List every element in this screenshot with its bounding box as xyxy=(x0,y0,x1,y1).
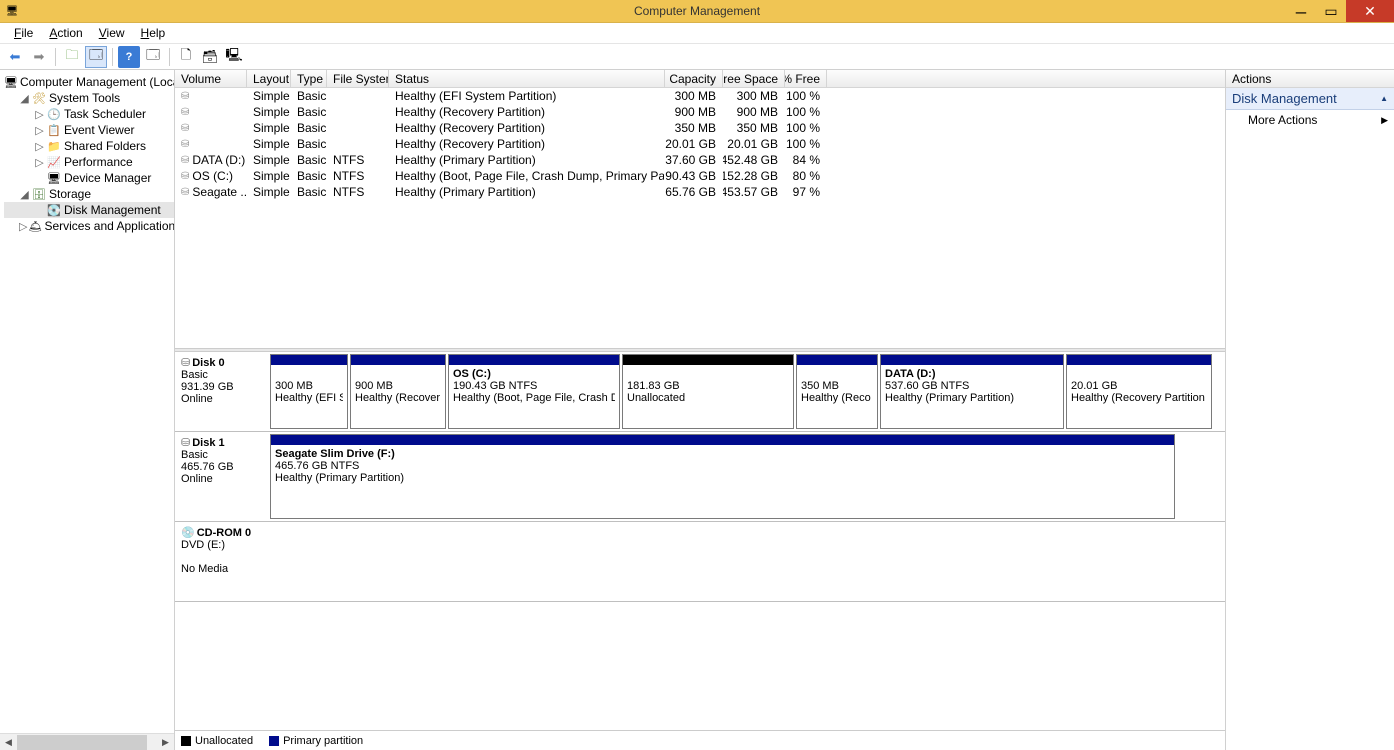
partition[interactable]: 350 MBHealthy (Reco xyxy=(796,354,878,429)
volume-row[interactable]: ⛁SimpleBasicHealthy (Recovery Partition)… xyxy=(175,136,1225,152)
toolbar-btn-6[interactable]: 🖳 xyxy=(223,46,245,68)
volume-list-header: Volume Layout Type File System Status Ca… xyxy=(175,70,1225,88)
volume-row[interactable]: ⛁SimpleBasicHealthy (EFI System Partitio… xyxy=(175,88,1225,104)
actions-header: Actions xyxy=(1226,70,1394,88)
actions-pane: Actions Disk Management▲ More Actions▶ xyxy=(1226,70,1394,750)
disk-row-0[interactable]: ⛁Disk 0 Basic 931.39 GB Online 300 MBHea… xyxy=(175,352,1225,432)
volume-row[interactable]: ⛁SimpleBasicHealthy (Recovery Partition)… xyxy=(175,120,1225,136)
window-controls: _ ▭ ✕ xyxy=(1286,0,1394,22)
volume-row[interactable]: ⛁OS (C:)SimpleBasicNTFSHealthy (Boot, Pa… xyxy=(175,168,1225,184)
disk-row-cdrom[interactable]: 💿CD-ROM 0 DVD (E:) No Media xyxy=(175,522,1225,602)
col-pct[interactable]: % Free xyxy=(785,70,827,87)
back-button[interactable]: ⬅ xyxy=(4,46,26,68)
main-area: 🖥Computer Management (Local ◢🛠System Too… xyxy=(0,70,1394,750)
tree-shared-folders[interactable]: ▷📁Shared Folders xyxy=(4,138,174,154)
tree-task-scheduler[interactable]: ▷🕒Task Scheduler xyxy=(4,106,174,122)
menu-view[interactable]: View xyxy=(91,24,133,42)
titlebar: 🖥 Computer Management _ ▭ ✕ xyxy=(0,0,1394,22)
col-layout[interactable]: Layout xyxy=(247,70,291,87)
partition[interactable]: OS (C:)190.43 GB NTFSHealthy (Boot, Page… xyxy=(448,354,620,429)
col-capacity[interactable]: Capacity xyxy=(665,70,723,87)
close-button[interactable]: ✕ xyxy=(1346,0,1394,22)
disk-icon: ⛁ xyxy=(181,356,190,369)
forward-button[interactable]: ➡ xyxy=(28,46,50,68)
volume-row[interactable]: ⛁DATA (D:)SimpleBasicNTFSHealthy (Primar… xyxy=(175,152,1225,168)
disk-1-info: ⛁Disk 1 Basic 465.76 GB Online xyxy=(175,432,268,521)
tree-services-apps[interactable]: ▷🛎Services and Applications xyxy=(4,218,174,234)
menu-help[interactable]: Help xyxy=(133,24,174,42)
actions-section[interactable]: Disk Management▲ xyxy=(1226,88,1394,110)
col-free[interactable]: Free Space xyxy=(723,70,785,87)
tree-device-manager[interactable]: 🖥Device Manager xyxy=(4,170,174,186)
toolbar-btn-4[interactable]: 🗋 xyxy=(175,46,197,68)
toolbar-btn-3[interactable]: 🗔 xyxy=(142,46,164,68)
col-fs[interactable]: File System xyxy=(327,70,389,87)
menu-file[interactable]: File xyxy=(6,24,41,42)
nav-tree: 🖥Computer Management (Local ◢🛠System Too… xyxy=(0,70,175,750)
tree-storage[interactable]: ◢🗄Storage xyxy=(4,186,174,202)
legend-primary: Primary partition xyxy=(283,735,363,747)
partition[interactable]: 20.01 GBHealthy (Recovery Partition xyxy=(1066,354,1212,429)
volume-row[interactable]: ⛁Seagate ...SimpleBasicNTFSHealthy (Prim… xyxy=(175,184,1225,200)
tree-event-viewer[interactable]: ▷📋Event Viewer xyxy=(4,122,174,138)
partition[interactable]: 300 MBHealthy (EFI Sy xyxy=(270,354,348,429)
toolbar-btn-1[interactable]: 🗀 xyxy=(61,46,83,68)
menu-action[interactable]: Action xyxy=(41,24,90,42)
cdrom-info: 💿CD-ROM 0 DVD (E:) No Media xyxy=(175,522,268,601)
legend-unallocated: Unallocated xyxy=(195,735,253,747)
tree-performance[interactable]: ▷📈Performance xyxy=(4,154,174,170)
center-pane: Volume Layout Type File System Status Ca… xyxy=(175,70,1226,750)
tree-hscrollbar[interactable]: ◀▶ xyxy=(0,733,174,750)
toolbar: ⬅ ➡ 🗀 🗔 ? 🗔 🗋 🗃 🖳 xyxy=(0,44,1394,70)
app-icon: 🖥 xyxy=(4,3,20,19)
col-type[interactable]: Type xyxy=(291,70,327,87)
disk-map: ⛁Disk 0 Basic 931.39 GB Online 300 MBHea… xyxy=(175,352,1225,730)
partition[interactable]: 181.83 GBUnallocated xyxy=(622,354,794,429)
help-button[interactable]: ? xyxy=(118,46,140,68)
arrow-icon: ▶ xyxy=(1381,115,1388,126)
tree-system-tools[interactable]: ◢🛠System Tools xyxy=(4,90,174,106)
more-actions[interactable]: More Actions▶ xyxy=(1226,110,1394,130)
legend: Unallocated Primary partition xyxy=(175,730,1225,750)
tree-root[interactable]: 🖥Computer Management (Local xyxy=(4,74,174,90)
collapse-icon: ▲ xyxy=(1380,94,1388,103)
window-title: Computer Management xyxy=(634,4,760,18)
maximize-button[interactable]: ▭ xyxy=(1316,0,1346,22)
minimize-button[interactable]: _ xyxy=(1286,0,1316,22)
col-status[interactable]: Status xyxy=(389,70,665,87)
col-volume[interactable]: Volume xyxy=(175,70,247,87)
volume-list[interactable]: ⛁SimpleBasicHealthy (EFI System Partitio… xyxy=(175,88,1225,348)
disk-row-1[interactable]: ⛁Disk 1 Basic 465.76 GB Online Seagate S… xyxy=(175,432,1225,522)
toolbar-btn-2[interactable]: 🗔 xyxy=(85,46,107,68)
partition[interactable]: DATA (D:)537.60 GB NTFSHealthy (Primary … xyxy=(880,354,1064,429)
disk-icon: ⛁ xyxy=(181,436,190,449)
toolbar-btn-5[interactable]: 🗃 xyxy=(199,46,221,68)
partition[interactable]: 900 MBHealthy (Recover xyxy=(350,354,446,429)
partition[interactable]: Seagate Slim Drive (F:)465.76 GB NTFSHea… xyxy=(270,434,1175,519)
tree-disk-management[interactable]: 💽Disk Management xyxy=(4,202,174,218)
volume-row[interactable]: ⛁SimpleBasicHealthy (Recovery Partition)… xyxy=(175,104,1225,120)
disk-0-info: ⛁Disk 0 Basic 931.39 GB Online xyxy=(175,352,268,431)
cdrom-icon: 💿 xyxy=(181,526,195,539)
menubar: File Action View Help xyxy=(0,22,1394,44)
